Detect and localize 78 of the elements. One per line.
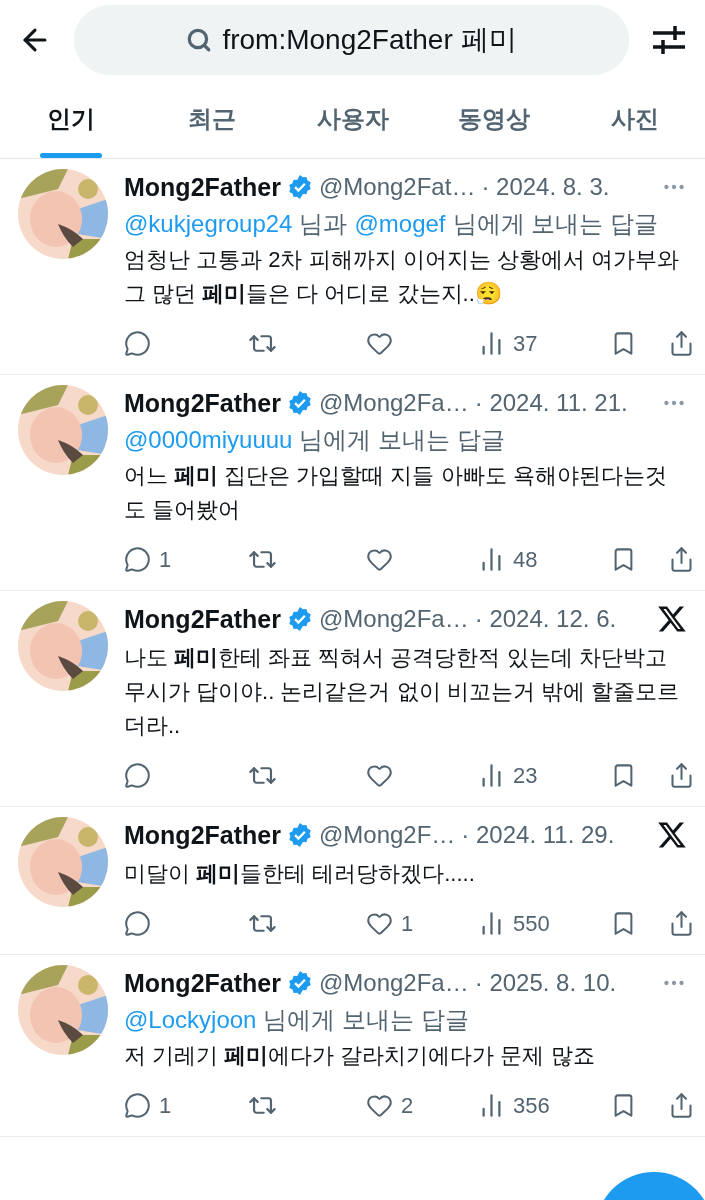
tweet-text: 어느 페미 집단은 가입할때 지들 아빠도 욕해야된다는것도 들어봤어 [124,462,668,524]
tweet-text: 미달이 페미들한테 테러당하겠다..... [124,860,476,888]
speech-bubble-icon [124,910,151,937]
reply-label: 님에게 보내는 답글 [452,209,658,239]
views-button[interactable]: 23 [478,762,538,789]
verified-badge-icon [286,822,313,848]
search-tab[interactable]: 인기 [0,80,141,158]
like-button[interactable] [366,330,393,357]
tweet-card[interactable]: Mong2Father @Mong2F… · 2024. 11. 29. 미달이 페미들한테 테러당하겠다..... 1 550 [0,807,705,955]
username[interactable]: @Mong2F… [318,821,456,849]
reply-label: 님에게 보내는 답글 [299,425,505,455]
share-icon [668,762,695,789]
reply-label: 님과 [299,209,348,239]
search-tab[interactable]: 최근 [141,80,282,158]
search-tab[interactable]: 사용자 [282,80,423,158]
tweet-card[interactable]: Mong2Father @Mong2Fa… · 2024. 11. 21. @0000miyuuuu 님에게 보내는 답글 어느 페미 집단은 가입할때 지들 아빠도 욕해야된다는것도 들어봤어 1 48 [0,375,705,591]
tweet-date: · 2024. 11. 29. [461,821,615,849]
reply-button[interactable]: 1 [124,1092,172,1119]
tweet-card[interactable]: Mong2Father @Mong2Fat… · 2024. 8. 3. @kukjegroup24 님과 @mogef 님에게 보내는 답글 엄청난 고통과 2차 피해까지 이어지는 상황에서 여가부와 그 많던 페미들은 다 어디로 갔는지..😮‍💨 37 [0,159,705,375]
share-button[interactable] [668,910,695,937]
speech-bubble-icon [124,762,151,789]
display-name[interactable]: Mong2Father [124,820,281,850]
share-button[interactable] [668,546,695,573]
share-button[interactable] [668,330,695,357]
heart-icon [366,762,393,789]
username[interactable]: @Mong2Fa… [318,389,469,417]
share-icon [668,910,695,937]
x-logo-icon[interactable] [657,604,687,634]
like-button[interactable]: 1 [366,910,414,937]
display-name[interactable]: Mong2Father [124,172,281,202]
display-name[interactable]: Mong2Father [124,604,281,634]
verified-badge-icon [286,970,313,996]
tweet-date: · 2024. 11. 21. [474,389,628,417]
username[interactable]: @Mong2Fat… [318,173,476,201]
search-icon [186,27,213,53]
tweet-card[interactable]: Mong2Father @Mong2Fa… · 2025. 8. 10. @Lockyjoon 님에게 보내는 답글 저 기레기 페미에다가 갈라치기에다가 문제 많죠 1 2 356 [0,955,705,1137]
share-button[interactable] [668,1092,695,1119]
username[interactable]: @Mong2Fa… [318,605,469,633]
heart-icon [366,1092,393,1119]
views-button[interactable]: 48 [478,546,538,573]
speech-bubble-icon [124,546,151,573]
tweet-text: 엄청난 고통과 2차 피해까지 이어지는 상황에서 여가부와 그 많던 페미들은 다 어디로 갔는지..😮‍💨 [124,246,680,308]
reply-button[interactable] [124,330,151,357]
tweet-text: 나도 페미한테 좌표 찍혀서 공격당한적 있는데 차단박고 무시가 답이야.. 논리같은거 없이 비꼬는거 밖에 할줄모르더라.. [124,644,680,740]
heart-icon [366,910,393,937]
tweet-card[interactable]: Mong2Father @Mong2Fa… · 2024. 12. 6. 나도 페미한테 좌표 찍혀서 공격당한적 있는데 차단박고 무시가 답이야.. 논리같은거 없이 비꼬는거 밖에 할줄모르더라.. 23 [0,591,705,807]
reply-button[interactable]: 1 [124,546,172,573]
speech-bubble-icon [124,1092,151,1119]
tweet-date: · 2024. 12. 6. [474,605,617,633]
like-button[interactable] [366,546,393,573]
verified-badge-icon [286,606,313,632]
reply-button[interactable] [124,762,151,789]
share-icon [668,546,695,573]
views-button[interactable]: 37 [478,330,538,357]
heart-icon [366,330,393,357]
x-logo-icon[interactable] [657,820,687,850]
reply-label: 님에게 보내는 답글 [263,1005,469,1035]
heart-icon [366,546,393,573]
verified-badge-icon [286,390,313,416]
search-tab[interactable]: 동영상 [423,80,564,158]
views-button[interactable]: 356 [478,1092,550,1119]
verified-badge-icon [286,174,313,200]
tweet-text: 저 기레기 페미에다가 갈라치기에다가 문제 많죠 [124,1042,596,1070]
tweet-date: · 2025. 8. 10. [474,969,617,997]
tweet-date: · 2024. 8. 3. [481,173,610,201]
share-icon [668,1092,695,1119]
like-button[interactable] [366,762,393,789]
like-button[interactable]: 2 [366,1092,414,1119]
reply-button[interactable] [124,910,151,937]
share-icon [668,330,695,357]
display-name[interactable]: Mong2Father [124,968,281,998]
display-name[interactable]: Mong2Father [124,388,281,418]
share-button[interactable] [668,762,695,789]
username[interactable]: @Mong2Fa… [318,969,469,997]
speech-bubble-icon [124,330,151,357]
search-tab[interactable]: 사진 [564,80,705,158]
views-button[interactable]: 550 [478,910,550,937]
search-field[interactable]: from:Mong2Father 페미 [74,5,629,75]
